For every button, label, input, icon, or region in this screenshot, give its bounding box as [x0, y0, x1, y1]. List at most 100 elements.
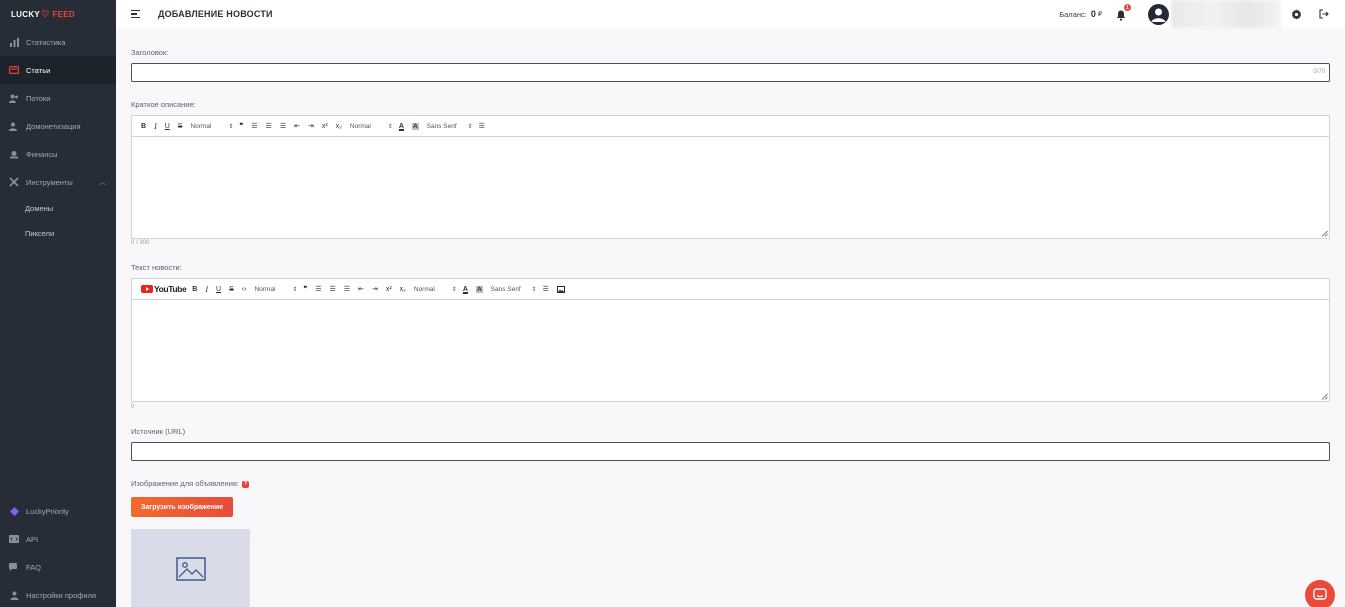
- source-label: Источник (URL): [131, 427, 186, 436]
- sidebar-item-label: Настройки профиля: [26, 590, 97, 600]
- avatar[interactable]: [1148, 3, 1169, 25]
- underline-button[interactable]: U: [165, 123, 170, 130]
- strike-button[interactable]: S: [178, 123, 183, 130]
- sidebar-item-faq[interactable]: FAQ: [0, 553, 116, 581]
- sidebar-item-label: Статьи: [26, 65, 51, 75]
- sidebar-item-label: Финансы: [26, 149, 58, 159]
- select-arrows-icon: ⇕: [387, 123, 393, 130]
- indent-icon[interactable]: ⇥: [308, 122, 314, 130]
- gear-icon[interactable]: [1289, 7, 1303, 21]
- align-icon[interactable]: ☰: [479, 122, 485, 130]
- image-label-text: Изображение для объявления:: [131, 479, 240, 488]
- hamburger-icon[interactable]: [131, 10, 140, 18]
- text-textarea[interactable]: [132, 300, 1329, 401]
- source-url-input[interactable]: [131, 442, 1330, 461]
- header-select[interactable]: Normal ⇕: [190, 123, 233, 130]
- outdent-icon[interactable]: ⇤: [294, 122, 300, 130]
- header-actions: Баланс: 0 ₽ 1: [1059, 0, 1345, 28]
- code-button[interactable]: ‹›: [242, 286, 247, 293]
- image-label: Изображение для объявления:?: [131, 479, 250, 488]
- notifications-bell-icon[interactable]: 1: [1116, 4, 1131, 21]
- sidebar-item-tools[interactable]: Инструменты ︿: [0, 168, 116, 196]
- sidebar-subitem-domains[interactable]: Домены: [0, 196, 116, 221]
- help-icon[interactable]: ?: [242, 480, 250, 488]
- upload-image-button[interactable]: Загрузить изображение: [131, 497, 234, 517]
- text-color-button[interactable]: A: [399, 123, 404, 130]
- quote-button[interactable]: ❞: [303, 285, 307, 293]
- subscript-button[interactable]: x₂: [336, 123, 342, 130]
- bullet-list-icon[interactable]: ☰: [266, 122, 272, 130]
- background-color-button[interactable]: A: [411, 122, 419, 130]
- sidebar-item-label: LuckyPriority: [26, 506, 69, 516]
- underline-button[interactable]: U: [216, 286, 221, 293]
- size-select[interactable]: Normal ⇕: [350, 123, 393, 130]
- sidebar-item-luckypriority[interactable]: LuckyPriority: [0, 497, 116, 525]
- description-counter: 0 / 300: [131, 240, 150, 246]
- indent-icon[interactable]: ⇥: [372, 285, 378, 293]
- sidebar-item-label: Статистика: [26, 37, 66, 47]
- font-select[interactable]: Sans Serif ⇕: [491, 286, 537, 293]
- logout-icon[interactable]: [1317, 7, 1331, 21]
- resize-handle-icon[interactable]: [1321, 393, 1328, 400]
- font-select-value: Sans Serif: [490, 285, 521, 293]
- bold-button[interactable]: B: [141, 123, 146, 130]
- header-select[interactable]: Normal ⇕: [254, 286, 297, 293]
- sidebar-item-profile-settings[interactable]: Настройки профиля: [0, 581, 116, 607]
- logo-heart-icon: ♡: [41, 8, 50, 19]
- select-arrows-icon: ⇕: [228, 123, 234, 130]
- tools-icon: [9, 177, 19, 187]
- select-arrows-icon: ⇕: [292, 286, 298, 293]
- page-title: ДОБАВЛЕНИЕ НОВОСТИ: [158, 9, 273, 19]
- resize-handle-icon[interactable]: [1321, 230, 1328, 237]
- superscript-button[interactable]: x²: [322, 123, 328, 130]
- sidebar-subitem-pixels[interactable]: Пиксели: [0, 221, 116, 246]
- select-arrows-icon: ⇕: [531, 286, 537, 293]
- select-arrows-icon: ⇕: [451, 286, 457, 293]
- italic-button[interactable]: I: [154, 122, 157, 131]
- italic-button[interactable]: I: [205, 285, 208, 294]
- sidebar-item-finance[interactable]: Финансы: [0, 140, 116, 168]
- size-select[interactable]: Normal ⇕: [414, 286, 457, 293]
- support-chat-button[interactable]: [1305, 580, 1335, 607]
- font-select[interactable]: Sans Serif ⇕: [427, 123, 473, 130]
- sidebar-item-monetization[interactable]: Домонетизация: [0, 112, 116, 140]
- quote-button[interactable]: ❞: [239, 122, 243, 130]
- sidebar-item-api[interactable]: API: [0, 525, 116, 553]
- username-blurred[interactable]: [1171, 0, 1281, 28]
- text-label: Текст новости:: [131, 263, 182, 272]
- sidebar-item-label: Инструменты: [26, 177, 73, 187]
- balance-currency: ₽: [1097, 11, 1102, 18]
- code-icon: [9, 534, 19, 544]
- text-color-button[interactable]: A: [463, 286, 468, 293]
- ordered-list-icon[interactable]: ☰: [315, 285, 321, 293]
- subscript-button[interactable]: x₂: [400, 286, 406, 293]
- background-color-button[interactable]: A: [475, 285, 483, 293]
- check-list-icon[interactable]: ☰: [280, 122, 286, 130]
- bullet-list-icon[interactable]: ☰: [330, 285, 336, 293]
- top-header: ДОБАВЛЕНИЕ НОВОСТИ Баланс: 0 ₽ 1: [116, 0, 1345, 28]
- article-icon: [9, 65, 19, 75]
- image-insert-icon[interactable]: [556, 285, 565, 293]
- strike-button[interactable]: S: [229, 286, 234, 293]
- ordered-list-icon[interactable]: ☰: [251, 122, 257, 130]
- title-input[interactable]: 0/70: [131, 63, 1330, 82]
- bold-button[interactable]: B: [192, 286, 197, 293]
- description-textarea[interactable]: [132, 137, 1329, 238]
- sidebar-item-articles[interactable]: Статьи: [0, 56, 116, 84]
- image-placeholder-icon: [175, 557, 206, 581]
- title-label: Заголовок:: [131, 48, 169, 57]
- check-list-icon[interactable]: ☰: [344, 285, 350, 293]
- sidebar-item-streams[interactable]: Потоки: [0, 84, 116, 112]
- align-icon[interactable]: ☰: [543, 285, 549, 293]
- text-editor: YouTube B I U S ‹› Normal ⇕ ❞ ☰ ☰ ☰ ⇤ ⇥ x…: [131, 278, 1330, 402]
- sidebar-item-label: Потоки: [26, 93, 51, 103]
- youtube-button[interactable]: YouTube: [141, 284, 187, 294]
- youtube-label: YouTube: [154, 284, 187, 294]
- logo[interactable]: LUCKY ♡ FEED: [0, 0, 116, 28]
- sidebar: LUCKY ♡ FEED Статистика Статьи Потоки До…: [0, 0, 116, 607]
- outdent-icon[interactable]: ⇤: [358, 285, 364, 293]
- sidebar-item-statistics[interactable]: Статистика: [0, 28, 116, 56]
- superscript-button[interactable]: x²: [386, 286, 392, 293]
- sidebar-subitem-label: Домены: [25, 204, 54, 213]
- font-select-value: Sans Serif: [426, 122, 457, 130]
